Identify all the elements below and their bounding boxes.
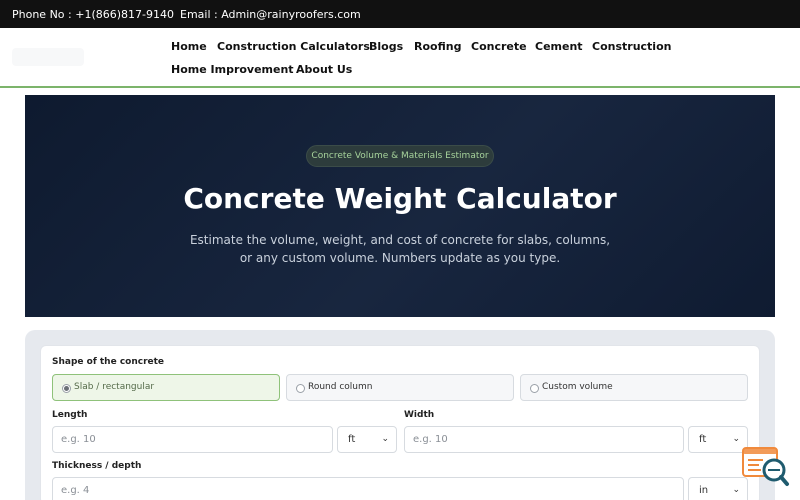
hero-subtitle-line-1: Estimate the volume, weight, and cost of…: [189, 233, 611, 247]
shape-option-slab[interactable]: Slab / rectangular: [52, 374, 280, 401]
nav-about-us[interactable]: About Us: [296, 63, 352, 76]
top-contact-bar: Phone No : +1(866)817-9140 Email : Admin…: [0, 0, 800, 28]
page-title: Concrete Weight Calculator: [183, 182, 617, 215]
nav-construction[interactable]: Construction: [592, 40, 671, 53]
thickness-unit-value: in: [699, 485, 709, 496]
nav-construction-calculators[interactable]: Construction Calculators: [217, 40, 370, 53]
shape-option-round-column[interactable]: Round column: [286, 374, 514, 401]
chevron-down-icon: ⌄: [381, 434, 389, 444]
thickness-label: Thickness / depth: [52, 461, 142, 471]
length-unit-value: ft: [348, 434, 356, 445]
nav-roofing[interactable]: Roofing: [414, 40, 461, 53]
site-logo[interactable]: [12, 48, 84, 66]
width-input[interactable]: [404, 426, 684, 453]
hero-tag-pill: Concrete Volume & Materials Estimator: [306, 145, 494, 167]
radio-icon: [530, 384, 539, 393]
width-label: Width: [404, 410, 435, 420]
shape-label: Shape of the concrete: [52, 357, 165, 367]
site-header: [0, 28, 800, 88]
phone-number[interactable]: Phone No : +1(866)817-9140: [12, 8, 174, 21]
radio-icon: [296, 384, 305, 393]
shape-option-label: Slab / rectangular: [74, 382, 155, 392]
shape-option-custom-volume[interactable]: Custom volume: [520, 374, 748, 401]
hero-subtitle-line-2: or any custom volume. Numbers update as …: [239, 251, 561, 265]
length-input[interactable]: [52, 426, 333, 453]
nav-home-improvement[interactable]: Home Improvement: [171, 63, 294, 76]
chevron-down-icon: ⌄: [732, 485, 740, 495]
search-chat-icon[interactable]: [741, 446, 791, 490]
chevron-down-icon: ⌄: [732, 434, 740, 444]
nav-cement[interactable]: Cement: [535, 40, 583, 53]
shape-option-label: Custom volume: [542, 382, 613, 392]
width-unit-select[interactable]: ft ⌄: [688, 426, 748, 453]
nav-blogs[interactable]: Blogs: [369, 40, 403, 53]
width-unit-value: ft: [699, 434, 707, 445]
length-label: Length: [52, 410, 88, 420]
length-unit-select[interactable]: ft ⌄: [337, 426, 397, 453]
shape-option-label: Round column: [308, 382, 373, 392]
thickness-input[interactable]: [52, 477, 684, 500]
email-address[interactable]: Email : Admin@rainyroofers.com: [180, 8, 361, 21]
thickness-unit-select[interactable]: in ⌄: [688, 477, 748, 500]
nav-concrete[interactable]: Concrete: [471, 40, 527, 53]
radio-icon: [62, 384, 71, 393]
nav-home[interactable]: Home: [171, 40, 207, 53]
